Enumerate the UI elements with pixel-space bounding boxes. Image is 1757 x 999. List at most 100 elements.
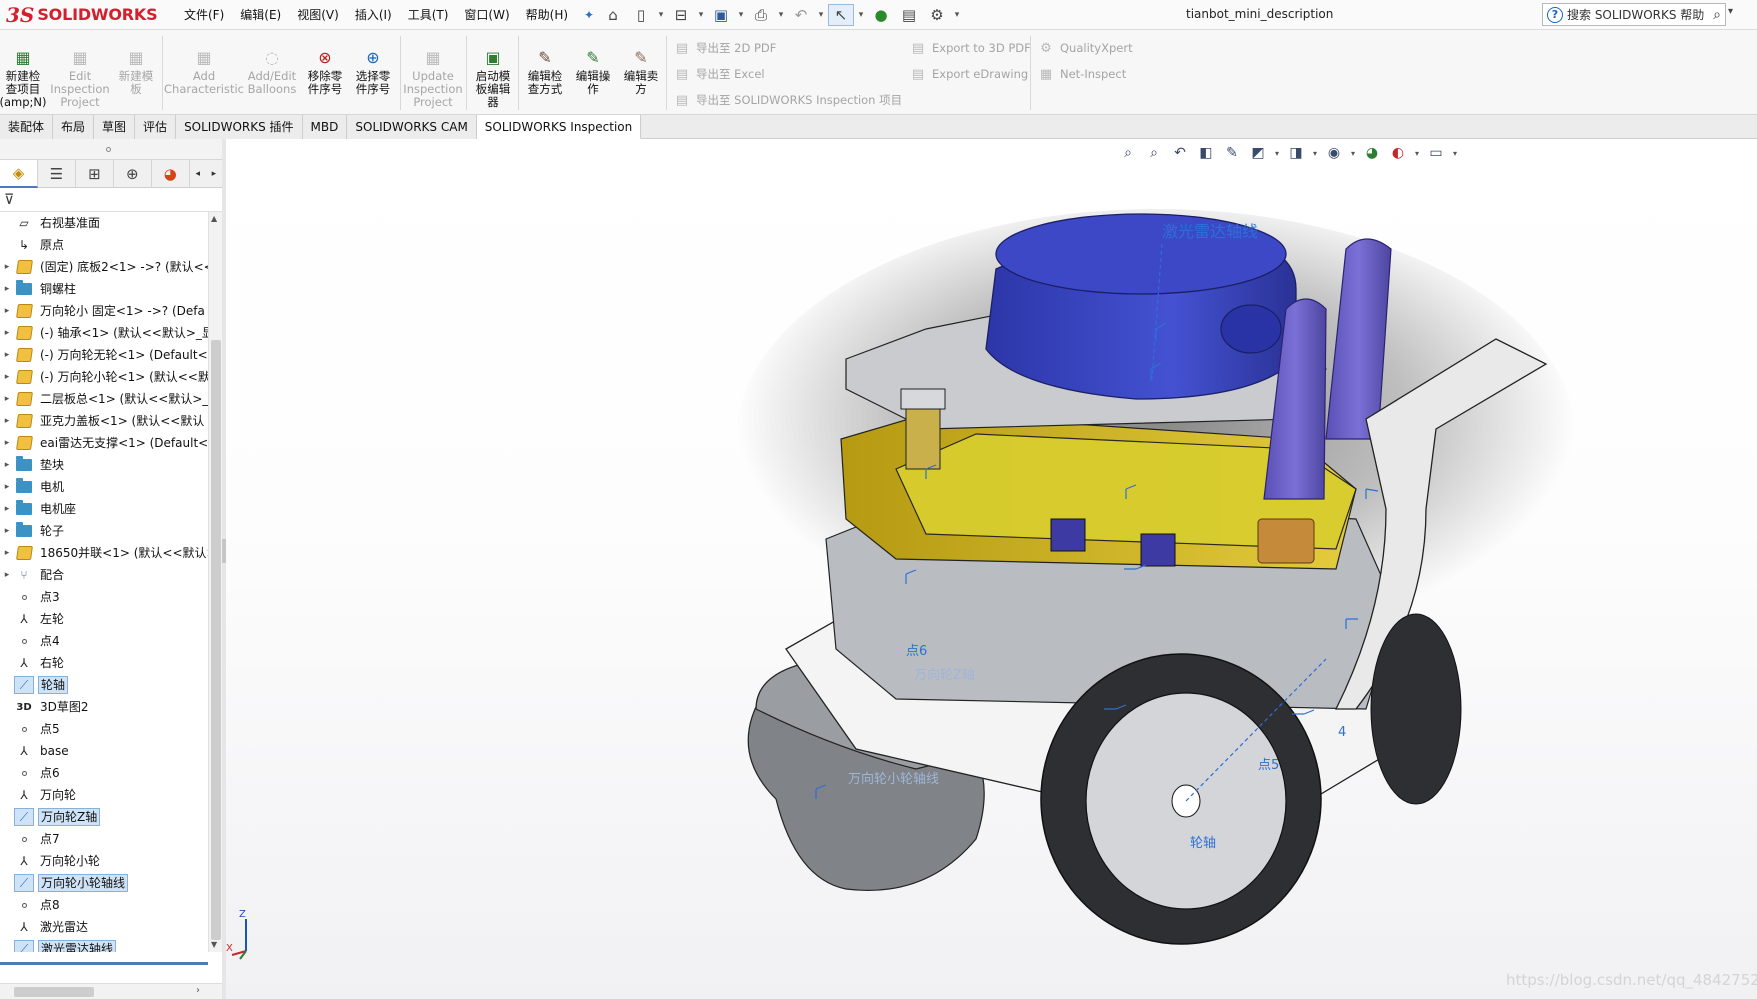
scroll-right-icon[interactable]: › <box>196 985 200 996</box>
pin-menu-icon[interactable]: ✦ <box>576 6 602 24</box>
tree-item[interactable]: ▸ 电机 <box>0 476 208 498</box>
select-pointer-icon[interactable]: ↖ <box>828 4 854 26</box>
tree-item[interactable]: ▸ 18650并联<1> (默认<<默认> <box>0 542 208 564</box>
expand-arrow-icon[interactable]: ▸ <box>0 394 14 404</box>
save-icon[interactable]: ▣ <box>708 4 734 26</box>
previous-view-icon[interactable]: ↶ <box>1168 141 1192 165</box>
menu-window[interactable]: 窗口(W) <box>456 6 517 24</box>
update-inspection-project-button[interactable]: ▦ Update Inspection Project <box>403 32 462 109</box>
tree-item[interactable]: ▸ 万向轮小 固定<1> ->? (Defa <box>0 300 208 322</box>
tab-cam[interactable]: SOLIDWORKS CAM <box>347 115 477 139</box>
tree-item[interactable]: ▸ 铜螺柱 <box>0 278 208 300</box>
traffic-light-icon[interactable]: ● <box>868 4 894 26</box>
edit-vendor-button[interactable]: ✎ 编辑卖 方 <box>618 32 664 96</box>
hide-show-items-icon[interactable]: ◉ <box>1322 141 1346 165</box>
tree-item[interactable]: ⅄ 万向轮小轮 <box>0 850 208 872</box>
dynamic-annotation-icon[interactable]: ✎ <box>1220 141 1244 165</box>
expand-arrow-icon[interactable]: ▸ <box>0 262 14 272</box>
tree-item[interactable]: ⅄ 左轮 <box>0 608 208 630</box>
add-edit-balloons-button[interactable]: ◌ Add/Edit Balloons <box>246 32 298 96</box>
tab-scroll-left-icon[interactable]: ◂ <box>190 160 206 188</box>
callout-caster-z-axis[interactable]: 万向轮Z轴 <box>914 667 975 683</box>
undo-dropdown-icon[interactable]: ▾ <box>816 4 826 26</box>
section-view-icon[interactable]: ◧ <box>1194 141 1218 165</box>
expand-arrow-icon[interactable]: ▸ <box>0 438 14 448</box>
tree-item[interactable]: ⟋ 激光雷达轴线 <box>0 938 208 952</box>
apply-scene-icon[interactable]: ◐ <box>1386 141 1410 165</box>
board-switch-left[interactable] <box>1050 518 1086 552</box>
feature-manager-tab-icon[interactable]: ◈ <box>0 160 38 188</box>
expand-arrow-icon[interactable]: ▸ <box>0 328 14 338</box>
property-manager-tab-icon[interactable]: ☰ <box>38 160 76 188</box>
reference-triad[interactable]: Z X <box>226 901 276 961</box>
expand-arrow-icon[interactable]: ▸ <box>0 460 14 470</box>
scroll-up-icon[interactable]: ▲ <box>211 214 217 223</box>
new-template-button[interactable]: ▦ 新建模 板 <box>114 32 158 96</box>
tree-item[interactable]: 点8 <box>0 894 208 916</box>
view-orientation-icon[interactable]: ◩ <box>1246 141 1270 165</box>
remove-balloon-button[interactable]: ⊗ 移除零 件序号 <box>302 32 348 96</box>
open-folder-icon[interactable]: ⊟ <box>668 4 694 26</box>
expand-arrow-icon[interactable]: ▸ <box>0 548 14 558</box>
qualityxpert-button[interactable]: ⚙ QualityXpert <box>1038 40 1132 56</box>
robot-assembly-model[interactable]: 激光雷达轴线 点6 万向轮Z轴 万向轮小轮轴线 4 点5 轮轴 <box>596 189 1696 989</box>
tree-item[interactable]: 点3 <box>0 586 208 608</box>
tree-item[interactable]: ▱ 右视基准面 <box>0 212 208 234</box>
expand-arrow-icon[interactable]: ▸ <box>0 284 14 294</box>
edit-inspection-project-button[interactable]: ▦ Edit Inspection Project <box>48 32 112 109</box>
tree-filter-icon[interactable]: ⊽ <box>0 190 222 212</box>
display-manager-tab-icon[interactable]: ◕ <box>152 160 190 188</box>
tree-item[interactable]: ▸ ⑂ 配合 <box>0 564 208 586</box>
tree-vertical-scrollbar[interactable]: ▲ ▼ <box>208 212 222 952</box>
tree-item[interactable]: 点7 <box>0 828 208 850</box>
tree-item[interactable]: ⅄ 激光雷达 <box>0 916 208 938</box>
select-balloon-button[interactable]: ⊕ 选择零 件序号 <box>350 32 396 96</box>
tree-item[interactable]: ▸ (-) 轴承<1> (默认<<默认>_显 <box>0 322 208 344</box>
expand-arrow-icon[interactable]: ▸ <box>0 372 14 382</box>
search-icon[interactable]: ⌕ <box>1713 7 1721 23</box>
select-dropdown-icon[interactable]: ▾ <box>856 4 866 26</box>
menu-help[interactable]: 帮助(H) <box>518 6 576 24</box>
expand-arrow-icon[interactable]: ▸ <box>0 416 14 426</box>
help-search-box[interactable]: ? 搜索 SOLIDWORKS 帮助 ⌕ <box>1542 3 1726 26</box>
callout-point4[interactable]: 4 <box>1338 725 1346 740</box>
tree-item[interactable]: 点5 <box>0 718 208 740</box>
tree-item[interactable]: ⟋ 万向轮Z轴 <box>0 806 208 828</box>
board-switch-right[interactable] <box>1140 533 1176 567</box>
scrollbar-thumb[interactable] <box>211 340 221 940</box>
callout-point6[interactable]: 点6 <box>906 644 927 659</box>
expand-arrow-icon[interactable]: ▸ <box>0 526 14 536</box>
help-search-dropdown-icon[interactable]: ▾ <box>1728 6 1733 17</box>
home-icon[interactable]: ⌂ <box>600 4 626 26</box>
template-editor-button[interactable]: ▣ 启动模 板编辑 器 <box>470 32 516 109</box>
tree-item[interactable]: 点6 <box>0 762 208 784</box>
expand-arrow-icon[interactable]: ▸ <box>0 570 14 580</box>
panel-grip[interactable] <box>0 139 222 160</box>
tab-addins[interactable]: SOLIDWORKS 插件 <box>176 115 303 139</box>
print-icon[interactable]: ⎙ <box>748 4 774 26</box>
expand-arrow-icon[interactable]: ▸ <box>0 482 14 492</box>
rear-wheel[interactable] <box>1370 613 1462 805</box>
tree-item[interactable]: ▸ (-) 万向轮无轮<1> (Default< <box>0 344 208 366</box>
edit-operation-button[interactable]: ✎ 编辑操 作 <box>570 32 616 96</box>
tree-item[interactable]: ⅄ 万向轮 <box>0 784 208 806</box>
export-excel-button[interactable]: ▤ 导出至 Excel <box>674 66 765 82</box>
display-style-dropdown-icon[interactable]: ▾ <box>1310 141 1320 165</box>
tree-item[interactable]: ▸ 电机座 <box>0 498 208 520</box>
tree-item[interactable]: ▸ (-) 万向轮小轮<1> (默认<<默 <box>0 366 208 388</box>
graphics-area[interactable]: ⌕ ⌕ ↶ ◧ ✎ ◩ ▾ ◨ ▾ ◉ ▾ ◕ ◐ ▾ ▭ ▾ 激光雷达轴线 点… <box>226 139 1757 999</box>
tree-horizontal-scrollbar[interactable]: › <box>0 983 222 999</box>
scrollbar-thumb[interactable] <box>14 987 94 997</box>
menu-file[interactable]: 文件(F) <box>176 6 232 24</box>
menu-tools[interactable]: 工具(T) <box>400 6 457 24</box>
tree-item[interactable]: 3D 3D草图2 <box>0 696 208 718</box>
options-gear-icon[interactable]: ⚙ <box>924 4 950 26</box>
callout-wheel-axis[interactable]: 轮轴 <box>1190 836 1216 851</box>
tree-item[interactable]: ▸ 垫块 <box>0 454 208 476</box>
view-settings-dropdown-icon[interactable]: ▾ <box>1450 141 1460 165</box>
tab-assembly[interactable]: 装配体 <box>0 115 54 139</box>
export-3d-pdf-button[interactable]: ▤ Export to 3D PDF <box>910 40 1031 56</box>
tree-item[interactable]: ⟋ 轮轴 <box>0 674 208 696</box>
tree-item[interactable]: ▸ eai雷达无支撑<1> (Default< <box>0 432 208 454</box>
zoom-to-area-icon[interactable]: ⌕ <box>1142 141 1166 165</box>
